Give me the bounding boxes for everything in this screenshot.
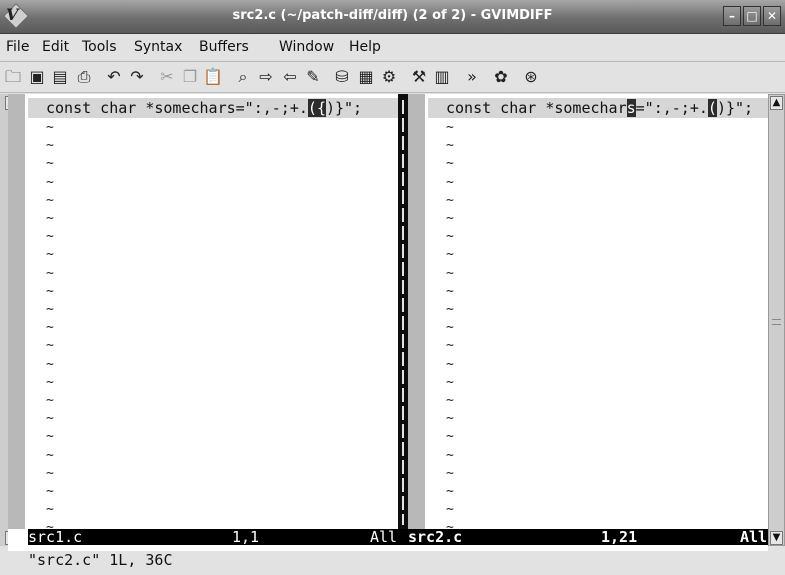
- menu-help[interactable]: Help: [349, 39, 381, 55]
- menu-window[interactable]: Window: [279, 39, 334, 55]
- save-all-icon[interactable]: ▤: [50, 67, 70, 87]
- toolbar: 🗀 ▣ ▤ ⎙ ↶ ↷ ✂ ❐ 📋 ⌕ ⇨ ⇦ ✎ ⛁ ▦ ⚙ ⚒ ▥ » ✿ ⊛: [0, 63, 785, 91]
- save-session-icon[interactable]: ⛁: [332, 67, 352, 87]
- code-line[interactable]: const char *somechars=":,-;+.()}";: [428, 98, 768, 118]
- code-line[interactable]: const char *somechars=":,-;+.({)}";: [28, 98, 398, 118]
- fold-column: [408, 94, 425, 529]
- scroll-grip[interactable]: [772, 319, 781, 325]
- menu-syntax[interactable]: Syntax: [134, 39, 182, 55]
- help-icon[interactable]: »: [462, 67, 482, 87]
- run-script-icon[interactable]: ▦: [356, 67, 376, 87]
- code-text: )}";: [325, 99, 363, 117]
- left-diff-pane[interactable]: const char *somechars=":,-;+.({)}"; ~ ~ …: [8, 94, 398, 529]
- right-status-filename: src2.c: [408, 528, 463, 546]
- undo-icon[interactable]: ↶: [104, 67, 124, 87]
- cursor: s: [626, 99, 636, 117]
- right-scrollbar-track[interactable]: ▲ ▼: [768, 94, 785, 546]
- editor-area[interactable]: const char *somechars=":,-;+.({)}"; ~ ~ …: [8, 94, 768, 551]
- menu-tools[interactable]: Tools: [82, 39, 117, 55]
- title-bar: V src2.c (~/patch-diff/diff) (2 of 2) - …: [0, 0, 785, 34]
- exit-icon[interactable]: ⊛: [521, 67, 541, 87]
- redo-icon[interactable]: ↷: [127, 67, 147, 87]
- diff-highlight: (: [307, 99, 317, 117]
- toolbar-divider: [0, 92, 785, 93]
- code-text: =":,-;+.: [635, 99, 708, 117]
- find-help-icon[interactable]: ✿: [491, 67, 511, 87]
- minimize-button[interactable]: –: [723, 6, 741, 26]
- cut-icon[interactable]: ✂: [157, 67, 177, 87]
- right-status-position: 1,21: [601, 528, 638, 546]
- find-next-icon[interactable]: ⇨: [256, 67, 276, 87]
- gvim-window: V src2.c (~/patch-diff/diff) (2 of 2) - …: [0, 0, 785, 575]
- separator-dashes: [402, 100, 404, 525]
- empty-line-markers: ~ ~ ~ ~ ~ ~ ~ ~ ~ ~ ~ ~ ~ ~ ~ ~ ~ ~ ~ ~ …: [446, 120, 454, 529]
- save-icon[interactable]: ▣: [27, 67, 47, 87]
- find-prev-icon[interactable]: ⇦: [280, 67, 300, 87]
- tag-jump-icon[interactable]: ▥: [432, 67, 452, 87]
- window-title: src2.c (~/patch-diff/diff) (2 of 2) - GV…: [232, 8, 553, 23]
- right-scroll-down-button[interactable]: ▼: [770, 531, 783, 545]
- left-status-filename: src1.c: [28, 528, 83, 546]
- menu-buffers[interactable]: Buffers: [199, 39, 249, 55]
- open-folder-icon[interactable]: 🗀: [3, 67, 23, 87]
- status-lines: src1.c 1,1 All src2.c 1,21 All: [28, 529, 768, 545]
- menu-divider: [0, 61, 785, 62]
- maximize-button[interactable]: □: [743, 6, 761, 26]
- load-session-icon[interactable]: ✎: [303, 67, 323, 87]
- copy-icon[interactable]: ❐: [180, 67, 200, 87]
- menu-bar: File Edit Tools Syntax Buffers Window He…: [0, 36, 785, 60]
- right-scroll-up-button[interactable]: ▲: [770, 96, 783, 110]
- code-text: const char *somechar: [446, 99, 627, 117]
- empty-line-markers: ~ ~ ~ ~ ~ ~ ~ ~ ~ ~ ~ ~ ~ ~ ~ ~ ~ ~ ~ ~ …: [46, 120, 54, 529]
- diff-highlight: {: [316, 99, 326, 117]
- print-icon[interactable]: ⎙: [74, 67, 94, 87]
- menu-file[interactable]: File: [6, 39, 29, 55]
- code-text: )}";: [716, 99, 754, 117]
- fold-column: [8, 94, 25, 529]
- code-text: const char *somechars=":,-;+.: [46, 99, 308, 117]
- make-icon[interactable]: ⚙: [379, 67, 399, 87]
- close-button[interactable]: ✕: [763, 6, 781, 26]
- diff-highlight: (: [707, 99, 717, 117]
- left-scrollbar-track[interactable]: [0, 94, 8, 546]
- find-icon[interactable]: ⌕: [233, 67, 253, 87]
- right-status-percent: All: [740, 528, 768, 546]
- left-status-percent: All: [370, 528, 398, 546]
- menu-edit[interactable]: Edit: [42, 39, 69, 55]
- paste-icon[interactable]: 📋: [203, 67, 223, 87]
- command-line[interactable]: "src2.c" 1L, 36C: [28, 551, 173, 569]
- right-diff-pane[interactable]: const char *somechars=":,-;+.()}"; ~ ~ ~…: [408, 94, 768, 529]
- run-ctags-icon[interactable]: ⚒: [409, 67, 429, 87]
- left-status-position: 1,1: [232, 528, 260, 546]
